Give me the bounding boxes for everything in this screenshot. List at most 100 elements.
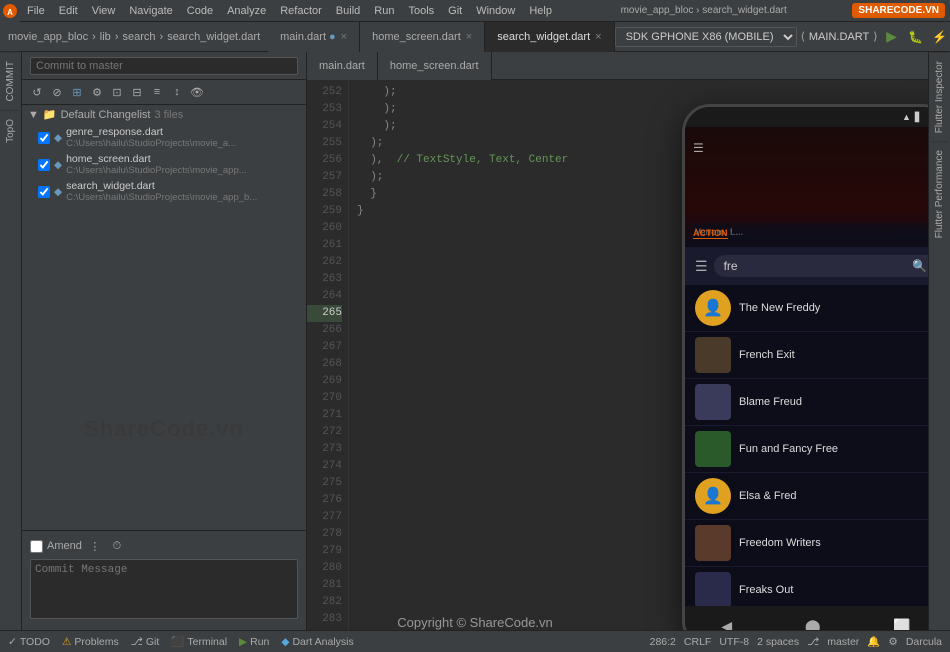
result-thumb-3 [695,431,731,467]
changelist-label: Default Changelist [61,109,151,121]
todo-icon: ✓ [8,636,17,648]
menu-window[interactable]: Window [469,0,522,22]
run-status-icon: ▶ [239,636,247,648]
menu-build[interactable]: Build [329,0,367,22]
status-bar: ✓ TODO ⚠ Problems ⎇ Git ⬛ Terminal ▶ Run… [0,630,950,652]
search-result-item[interactable]: 👤 Elsa & Fred [685,473,928,520]
list-item[interactable]: ◆ home_screen.dart C:\Users\hailu\Studio… [22,151,306,178]
action-tab[interactable]: ACTION [693,228,728,239]
settings-icon[interactable]: ⚙ [88,83,106,101]
movie-search-overlay: ☰ fre 🔍 👤 The New Freddy [685,247,928,606]
eye-icon[interactable]: 👁 [188,83,206,101]
search-result-item[interactable]: 👤 The New Freddy [685,285,928,332]
amend-checkbox[interactable] [30,540,43,553]
cursor-position: 286:2 [650,636,676,648]
status-todo[interactable]: ✓ TODO [8,636,50,648]
breadcrumb: movie_app_bloc › lib › search › search_w… [0,31,268,43]
search-result-item[interactable]: French Exit [685,332,928,379]
watermark-area: ShareCode.vn [22,327,306,530]
list-item[interactable]: ◆ genre_response.dart C:\Users\hailu\Stu… [22,124,306,151]
menu-run[interactable]: Run [367,0,401,22]
commit-to-input[interactable] [30,57,298,75]
editor-tab-main[interactable]: main.dart [307,52,378,80]
file-path-1: C:\Users\hailu\StudioProjects\movie_app.… [66,165,247,176]
menu-view[interactable]: View [85,0,123,22]
expand-icon[interactable]: ⊡ [108,83,126,101]
sidebar-tab-topbar[interactable]: TopO [1,110,20,151]
warning-icon: ⚠ [62,636,71,648]
rollback-icon[interactable]: ⊘ [48,83,66,101]
sidebar-tab-commit[interactable]: COMMIT [1,52,20,110]
file-checkbox-2[interactable] [38,186,50,198]
charset: UTF-8 [719,636,749,648]
settings-status-icon[interactable]: ⚙ [888,636,897,648]
menu-git[interactable]: Git [441,0,469,22]
filter-icon[interactable]: ≡ [148,83,166,101]
search-result-item[interactable]: Blame Freud [685,379,928,426]
sort-icon[interactable]: ↕ [168,83,186,101]
run-button[interactable]: ▶ [882,27,902,47]
main-dart-label[interactable]: MAIN.DART [809,31,869,43]
search-result-item[interactable]: Fun and Fancy Free [685,426,928,473]
menu-help[interactable]: Help [522,0,559,22]
search-back-icon[interactable]: ☰ [695,258,708,275]
menu-tools[interactable]: Tools [401,0,441,22]
sidebar-header [22,52,306,80]
result-avatar-4: 👤 [695,478,731,514]
breadcrumb-lib[interactable]: lib [100,31,111,43]
status-git[interactable]: ⎇ Git [131,636,160,648]
breadcrumb-root[interactable]: movie_app_bloc [8,31,88,43]
refresh-icon[interactable]: ↺ [28,83,46,101]
tab-home-screen[interactable]: home_screen.dart× [360,22,485,52]
changed-files-list: ◆ genre_response.dart C:\Users\hailu\Stu… [22,124,306,327]
menu-navigate[interactable]: Navigate [122,0,179,22]
status-problems[interactable]: ⚠ Problems [62,636,119,648]
search-result-item[interactable]: Freaks Out [685,567,928,606]
status-dart-analysis[interactable]: ◆ Dart Analysis [281,636,353,648]
menu-edit[interactable]: Edit [52,0,85,22]
diff-icon[interactable]: ⊞ [68,83,86,101]
file-checkbox-1[interactable] [38,159,50,171]
tab-main-dart[interactable]: main.dart●× [268,22,360,52]
file-checkbox-0[interactable] [38,132,50,144]
nav-home-button[interactable]: ⬤ [805,618,821,631]
result-title-3: Fun and Fancy Free [739,443,838,455]
search-submit-icon[interactable]: 🔍 [912,259,927,273]
editor-tab-home[interactable]: home_screen.dart [378,52,492,80]
status-terminal[interactable]: ⬛ Terminal [171,635,227,648]
hot-reload-button[interactable]: ⚡ [930,27,950,47]
search-header: ☰ fre 🔍 [685,247,928,285]
device-selector[interactable]: SDK GPHONE X86 (MOBILE) [615,27,797,47]
search-result-item[interactable]: Freedom Writers [685,520,928,567]
tab-search-widget[interactable]: search_widget.dart× [485,22,614,52]
result-thumb-5 [695,525,731,561]
search-box[interactable]: fre 🔍 [714,255,928,277]
menu-code[interactable]: Code [180,0,220,22]
indent-setting: 2 spaces [757,636,799,648]
breadcrumb-file[interactable]: search_widget.dart [167,31,260,43]
menu-analyze[interactable]: Analyze [220,0,273,22]
bell-icon: 🔔 [867,635,880,648]
menu-file[interactable]: File [20,0,52,22]
sidebar-tab-flutter-performance[interactable]: Flutter Performance [930,141,949,246]
amend-info-icon[interactable]: ⏱ [108,537,126,555]
status-run[interactable]: ▶ Run [239,636,269,648]
file-icon-2: ◆ [54,186,62,198]
commit-message-input[interactable] [30,559,298,619]
commit-area: Amend ⋮ ⏱ [22,530,306,630]
left-panel: COMMIT TopO [0,52,22,630]
nav-square-button[interactable]: ⬜ [893,618,910,631]
changelist-header[interactable]: ▼ 📁 Default Changelist 3 files [22,105,306,124]
debug-button[interactable]: 🐛 [906,27,926,47]
nav-back-button[interactable]: ◀ [721,618,732,631]
list-item[interactable]: ◆ search_widget.dart C:\Users\hailu\Stud… [22,178,306,205]
line-numbers: 252253254255256 257258259260261 26226326… [307,80,349,630]
breadcrumb-search[interactable]: search [122,31,155,43]
sidebar-tab-flutter-inspector[interactable]: Flutter Inspector [930,52,949,141]
file-icon-1: ◆ [54,159,62,171]
phone-emulator: ▲ ▋ 🔋 Venom: L... [682,104,928,630]
menu-refactor[interactable]: Refactor [273,0,329,22]
collapse-icon[interactable]: ⊟ [128,83,146,101]
amend-options-icon[interactable]: ⋮ [86,537,104,555]
hamburger-icon[interactable]: ☰ [693,141,704,155]
